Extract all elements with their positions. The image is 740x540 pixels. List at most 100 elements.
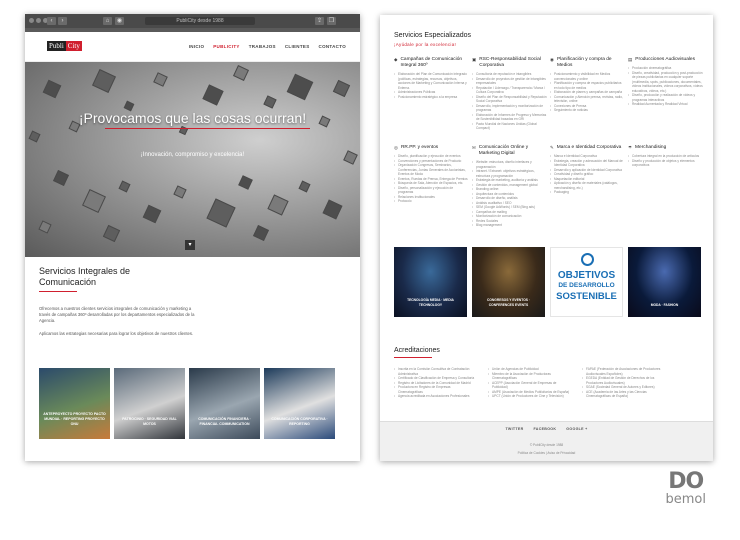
project-thumbnail[interactable]: ANTEPROYECTO PROYECTO PACTO MUNDIAL · RE… (39, 368, 110, 439)
feature-photo[interactable]: CONGRESOS Y EVENTOS · CONFERENCES EVENTS (472, 247, 545, 317)
service-icon: ◆ (394, 57, 398, 62)
service-item: Reputación / Liderazgo / Transparencia /… (472, 86, 547, 95)
cube-shape (82, 189, 106, 213)
feature-photos: TECNOLOGÍA MEDIA · MEDIA TECHNOLOGY CONGR… (394, 247, 701, 317)
back-icon[interactable]: ‹ (47, 17, 56, 25)
service-item: Intranet / Extranet: objetivos estratégi… (472, 169, 547, 178)
home-icon[interactable]: ⌂ (103, 17, 112, 25)
footer-copyright: © PubliCity desde 1988 (529, 443, 564, 447)
hero-subtitle: ¡Innovación, compromiso y excelencia! (140, 152, 245, 158)
logo-part-1: Publi (47, 41, 66, 51)
share-icon[interactable]: ⇪ (315, 17, 324, 25)
site-header: Publi City INICIO PUBLICITY TRABAJOS CLIENT… (25, 32, 360, 62)
service-category-title: ◆ Campañas de Comunicación Integral 360º (394, 57, 469, 69)
cube-shape (42, 79, 62, 99)
photo-caption: MODA · FASHION (650, 302, 679, 307)
portfolio-canvas: ‹ › ⌂ ◉ PubliCity desde 1988 ⇪ ❐ Publi C… (0, 0, 740, 540)
footer-link-facebook[interactable]: FACEBOOK (534, 427, 557, 431)
service-category-title: ✉ Comunicación Online y Marketing Digital (472, 145, 547, 157)
service-item: Planificación y compra de espacios publi… (550, 81, 625, 90)
service-item: Pacto Mundial de Naciones Unidas (Global… (472, 122, 547, 131)
address-text: PubliCity desde 1988 (176, 18, 224, 24)
service-category-title: ◉ Planificación y compra de Medios (550, 57, 625, 69)
feature-photo[interactable]: OBJETIVOS DE DESARROLLO SOSTENIBLE (550, 247, 623, 317)
service-item: Blog management (472, 223, 547, 228)
project-thumbnail[interactable]: COMUNICACIÓN FINANCIERA · FINANCIAL COMM… (189, 368, 260, 439)
accreditation-item: EGEDA (Entidad de Gestión de Derechos de… (582, 376, 664, 385)
thumbnail-caption: ANTEPROYECTO PROYECTO PACTO MUNDIAL · RE… (43, 412, 106, 426)
services-subtitle: ¡Ayúdale por la excelencia! (394, 42, 457, 47)
cube-shape (267, 194, 289, 216)
brand-mark: DO (668, 469, 704, 494)
cube-shape (233, 65, 249, 81)
service-category-label: Merchandising (635, 145, 667, 150)
footer-link-google[interactable]: GOOGLE + (566, 427, 587, 431)
service-item: Protocolo (394, 199, 469, 204)
service-icon: ◎ (394, 145, 398, 150)
footer-link-twitter[interactable]: TWITTER (505, 427, 523, 431)
tabs-icon[interactable]: ❐ (327, 17, 336, 25)
minimize-window-dot[interactable] (36, 18, 41, 23)
service-item: Elaboración del Plan de Comunicación int… (394, 72, 469, 90)
address-bar[interactable]: PubliCity desde 1988 (145, 17, 255, 25)
service-category: ▣RSC-Responsabilidad Social Corporativa C… (472, 57, 547, 131)
accreditation-item: UPCT (Unión de Productores de Cine y Tel… (488, 394, 570, 399)
forward-icon[interactable]: › (58, 17, 67, 25)
cube-shape (206, 198, 236, 228)
services-title: Servicios Especializados (394, 32, 472, 39)
service-item: Diseño del Plan de Responsabilidad y Rep… (472, 95, 547, 104)
feature-photo[interactable]: TECNOLOGÍA MEDIA · MEDIA TECHNOLOGY (394, 247, 467, 317)
service-category-label: RR.PP. y eventos (400, 145, 439, 150)
service-item: Seguimiento de noticias (550, 108, 625, 113)
dobemol-logo: DO bemol (666, 471, 706, 507)
service-items: Diseño, planificación y ejecución de eve… (394, 154, 469, 204)
cube-shape (28, 130, 41, 143)
browser-window: ‹ › ⌂ ◉ PubliCity desde 1988 ⇪ ❐ Publi C… (25, 14, 360, 461)
nav-item-publicity[interactable]: PUBLICITY (213, 44, 239, 49)
hero-divider (105, 128, 310, 129)
service-category-title: ◎ RR.PP. y eventos (394, 145, 469, 151)
publicity-logo[interactable]: Publi City (47, 41, 82, 51)
cube-shape (253, 225, 269, 241)
nav-item-trabajos[interactable]: TRABAJOS (249, 44, 276, 49)
accreditation-item: FAPAE (Federación de Asociaciones de Pro… (582, 367, 664, 376)
accreditation-item: Miembro de la Asociación de Productoras … (488, 372, 570, 381)
accreditation-item: ACEPP (Asociación General de Empresas de… (488, 381, 570, 390)
footer-legal: Política de Cookies | Aviso de Privacida… (517, 451, 576, 455)
service-category-label: RSC-Responsabilidad Social Corporativa (479, 57, 541, 68)
nav-item-inicio[interactable]: INICIO (189, 44, 205, 49)
intro-title-line-1: Servicios Integrales de (39, 266, 131, 276)
feature-photo[interactable]: MODA · FASHION (628, 247, 701, 317)
service-items: Website: estructura, diseño interfaces y… (472, 160, 547, 228)
service-item: Aplicación y diseño de materiales (catál… (550, 181, 625, 190)
close-window-dot[interactable] (29, 18, 34, 23)
project-thumbnails: ANTEPROYECTO PROYECTO PACTO MUNDIAL · RE… (39, 368, 335, 439)
service-items: Elaboración del Plan de Comunicación int… (394, 72, 469, 99)
service-item: Diseño, creatividad, producción y post-p… (628, 71, 703, 94)
service-items: Producción cinematográficaDiseño, creati… (628, 66, 703, 107)
un-globe-icon (581, 253, 594, 266)
project-thumbnail[interactable]: PATROCINIO · SEGURIDAD VIAL MOTOS (114, 368, 185, 439)
service-item: Diseño, producción y realización de víde… (628, 93, 703, 102)
cube-shape (38, 220, 52, 234)
thumbnail-caption: COMUNICACIÓN FINANCIERA · FINANCIAL COMM… (198, 417, 251, 426)
service-item: Posicionamiento estratégico a la empresa (394, 95, 469, 100)
project-thumbnail[interactable]: COMUNICACIÓN CORPORATIVA · REPORTING (264, 368, 335, 439)
cube-shape (92, 69, 116, 93)
nav-item-contacto[interactable]: CONTACTO (319, 44, 346, 49)
service-icon: ✎ (550, 145, 554, 150)
sdg-line-2: DE DESARROLLO (558, 282, 615, 289)
intro-divider (39, 291, 77, 292)
service-category-label: Planificación y compra de Medios (556, 57, 612, 68)
photo-caption: CONGRESOS Y EVENTOS · CONFERENCES EVENTS (486, 298, 531, 307)
service-item: Desarrollo, implementación y monitorizac… (472, 104, 547, 113)
accreditation-items: Unión de Agencias de PublicidadMiembro d… (488, 367, 570, 399)
service-icon: ◉ (550, 57, 554, 62)
accreditation-item: Productora en Registro de Empresas Cinem… (394, 385, 476, 394)
view-icon[interactable]: ◉ (115, 17, 124, 25)
nav-item-clientes[interactable]: CLIENTES (285, 44, 310, 49)
service-item: Packaging (550, 190, 625, 195)
scroll-down-icon[interactable]: ▾ (185, 240, 195, 250)
accreditation-items: Inscrita en la Comisión Consultiva de Co… (394, 367, 476, 399)
service-item: Website: estructura, diseño interfaces y… (472, 160, 547, 169)
